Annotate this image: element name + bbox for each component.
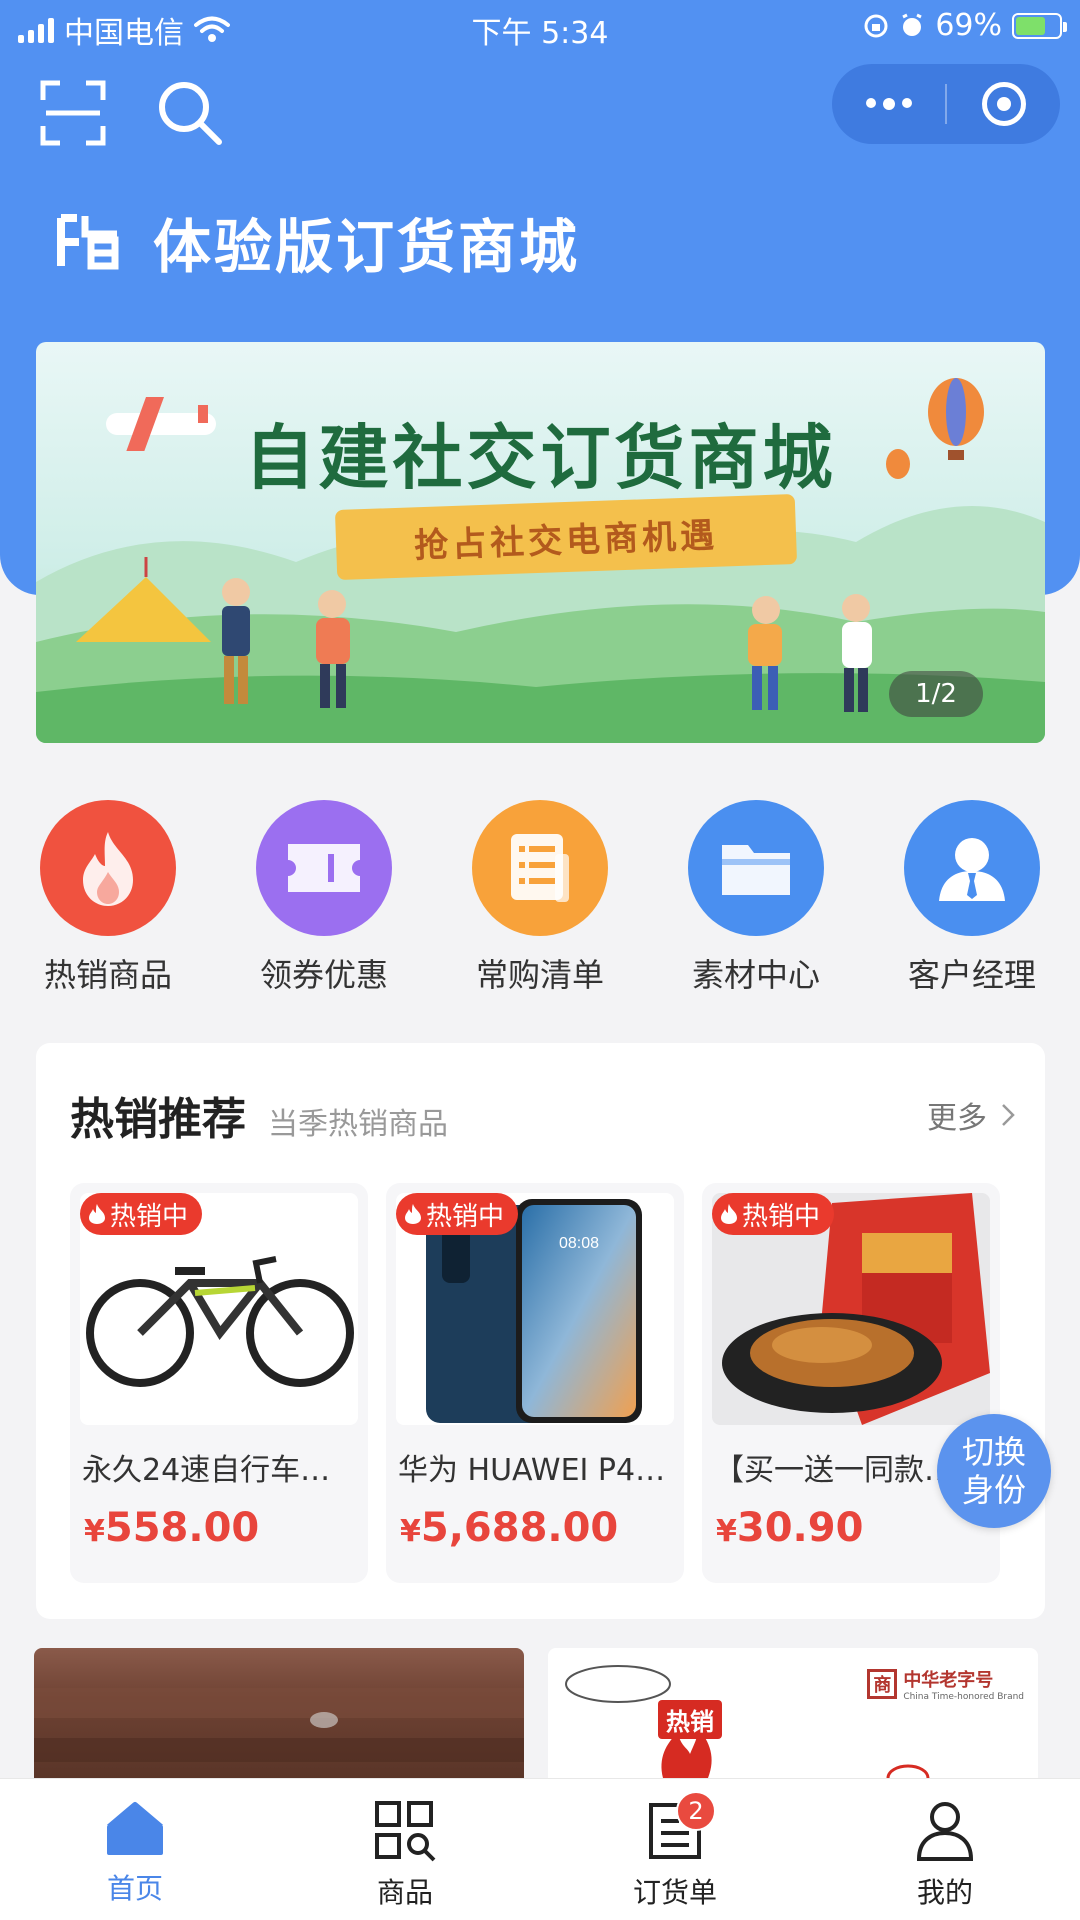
- list-icon: [472, 800, 608, 936]
- price-value: 558.00: [104, 1505, 260, 1551]
- brand-cn: 中华老字号: [903, 1670, 994, 1691]
- product-price: ¥30.90: [716, 1505, 863, 1551]
- manager-icon: [904, 800, 1040, 936]
- brand-mark-icon: 商: [867, 1669, 898, 1699]
- quick-menu: 热销商品 领券优惠 常购清单 素材中心 客户经理: [0, 800, 1080, 1000]
- chevron-right-icon: [1002, 1104, 1015, 1126]
- order-count-badge: 2: [676, 1791, 716, 1831]
- tab-mine[interactable]: 我的: [810, 1779, 1080, 1920]
- product-card[interactable]: 热销中 永久24速自行车… ¥558.00: [70, 1183, 368, 1583]
- brand-label: 商 中华老字号 China Time-honored Brand: [867, 1666, 1024, 1702]
- folder-icon: [688, 800, 824, 936]
- more-label: 更多: [927, 1101, 987, 1136]
- promo-left-image: [34, 1688, 524, 1762]
- hot-tag: 热销中: [396, 1193, 519, 1235]
- quick-item-frequent-list[interactable]: 常购清单: [450, 800, 630, 996]
- home-icon: [107, 1802, 163, 1855]
- tab-label: 我的: [916, 1876, 973, 1909]
- search-icon[interactable]: [155, 78, 225, 148]
- quick-item-hot-products[interactable]: 热销商品: [18, 800, 198, 996]
- product-name: 永久24速自行车…: [82, 1453, 331, 1488]
- store-title: 体验版订货商城: [55, 200, 580, 284]
- quick-item-materials[interactable]: 素材中心: [666, 800, 846, 996]
- hot-recommend-header: 热销推荐 当季热销商品: [70, 1083, 448, 1147]
- hot-tag-label: 热销中: [426, 1201, 505, 1232]
- hot-tag-label: 热销中: [742, 1201, 821, 1232]
- product-name: 华为 HUAWEI P4…: [398, 1453, 666, 1488]
- hot-recommend-subtitle: 当季热销商品: [268, 1107, 448, 1142]
- product-card[interactable]: 热销中 08:08 华为 HUAWEI P4… ¥5,688.00: [386, 1183, 684, 1583]
- brand-en: China Time-honored Brand: [903, 1692, 1024, 1702]
- tab-label: 订货单: [632, 1876, 717, 1909]
- battery-icon: [1012, 12, 1067, 39]
- tab-home[interactable]: 首页: [0, 1779, 270, 1920]
- flame-icon: [89, 1204, 105, 1224]
- price-value: 5,688.00: [420, 1505, 619, 1551]
- battery-percent: 69%: [935, 8, 1002, 43]
- promo-tile-left[interactable]: [34, 1648, 524, 1778]
- price-value: 30.90: [736, 1505, 864, 1551]
- hot-recommend-title: 热销推荐: [70, 1094, 246, 1145]
- alarm-icon: [902, 13, 922, 36]
- quick-item-label: 素材中心: [691, 956, 820, 994]
- coupon-icon: [256, 800, 392, 936]
- banner-page-indicator: 1/2: [889, 671, 983, 717]
- hot-tag: 热销中: [80, 1193, 203, 1235]
- quick-item-coupons[interactable]: 领券优惠: [234, 800, 414, 996]
- promo-tile-right[interactable]: 商 中华老字号 China Time-honored Brand 热销: [548, 1648, 1038, 1778]
- hot-tag-label: 热销中: [110, 1201, 189, 1232]
- tab-label: 商品: [376, 1876, 433, 1909]
- switch-identity-button[interactable]: 切换 身份: [937, 1414, 1051, 1528]
- flame-icon: [721, 1204, 737, 1224]
- product-price: ¥5,688.00: [400, 1505, 618, 1551]
- quick-item-account-manager[interactable]: 客户经理: [882, 800, 1062, 996]
- scan-icon[interactable]: [38, 78, 108, 148]
- status-right: 69%: [863, 8, 1067, 43]
- switch-identity-line1: 切换: [961, 1433, 1026, 1471]
- switch-identity-line2: 身份: [961, 1471, 1026, 1509]
- store-logo-icon: [57, 214, 119, 270]
- quick-item-label: 热销商品: [43, 956, 172, 994]
- tab-label: 首页: [106, 1872, 163, 1905]
- promo-banner[interactable]: 自建社交订货商城 抢占社交电商机遇 1/2: [36, 342, 1045, 743]
- status-bar: 中国电信 下午 5:34 69%: [0, 0, 1080, 56]
- price-currency: ¥: [716, 1514, 737, 1549]
- hot-recommend-card: 热销推荐 当季热销商品 更多 热销中 永久24速自行车… ¥558.00 热销中…: [36, 1043, 1045, 1619]
- target-icon[interactable]: [947, 64, 1060, 144]
- banner-ribbon-text: 抢占社交电商机遇: [413, 515, 719, 566]
- store-name: 体验版订货商城: [153, 213, 581, 281]
- bottom-tab-bar: 首页 商品 2 订货单 我的: [0, 1778, 1080, 1920]
- price-currency: ¥: [84, 1514, 105, 1549]
- svg-text:08:08: 08:08: [559, 1235, 599, 1252]
- hot-tag: 热销中: [712, 1193, 835, 1235]
- quick-item-label: 领券优惠: [259, 956, 388, 994]
- promo-hot-label: 热销: [658, 1700, 722, 1739]
- flame-icon: [40, 800, 176, 936]
- product-price: ¥558.00: [84, 1505, 259, 1551]
- tab-orders[interactable]: 2 订货单: [540, 1779, 810, 1920]
- quick-item-label: 常购清单: [475, 956, 604, 994]
- banner-title: 自建社交订货商城: [244, 417, 837, 499]
- user-icon: [916, 1802, 974, 1861]
- product-card[interactable]: 热销中 【买一送一同款… ¥30.90: [702, 1183, 1000, 1583]
- flame-icon: [405, 1204, 421, 1224]
- lock-rotation-icon: [864, 14, 888, 37]
- price-currency: ¥: [400, 1514, 421, 1549]
- products-grid-icon: [375, 1801, 436, 1862]
- tab-products[interactable]: 商品: [270, 1779, 540, 1920]
- mini-program-capsule: [832, 64, 1060, 144]
- quick-item-label: 客户经理: [907, 956, 1036, 994]
- more-dots-icon[interactable]: [832, 64, 945, 144]
- more-link[interactable]: 更多: [927, 1093, 1015, 1137]
